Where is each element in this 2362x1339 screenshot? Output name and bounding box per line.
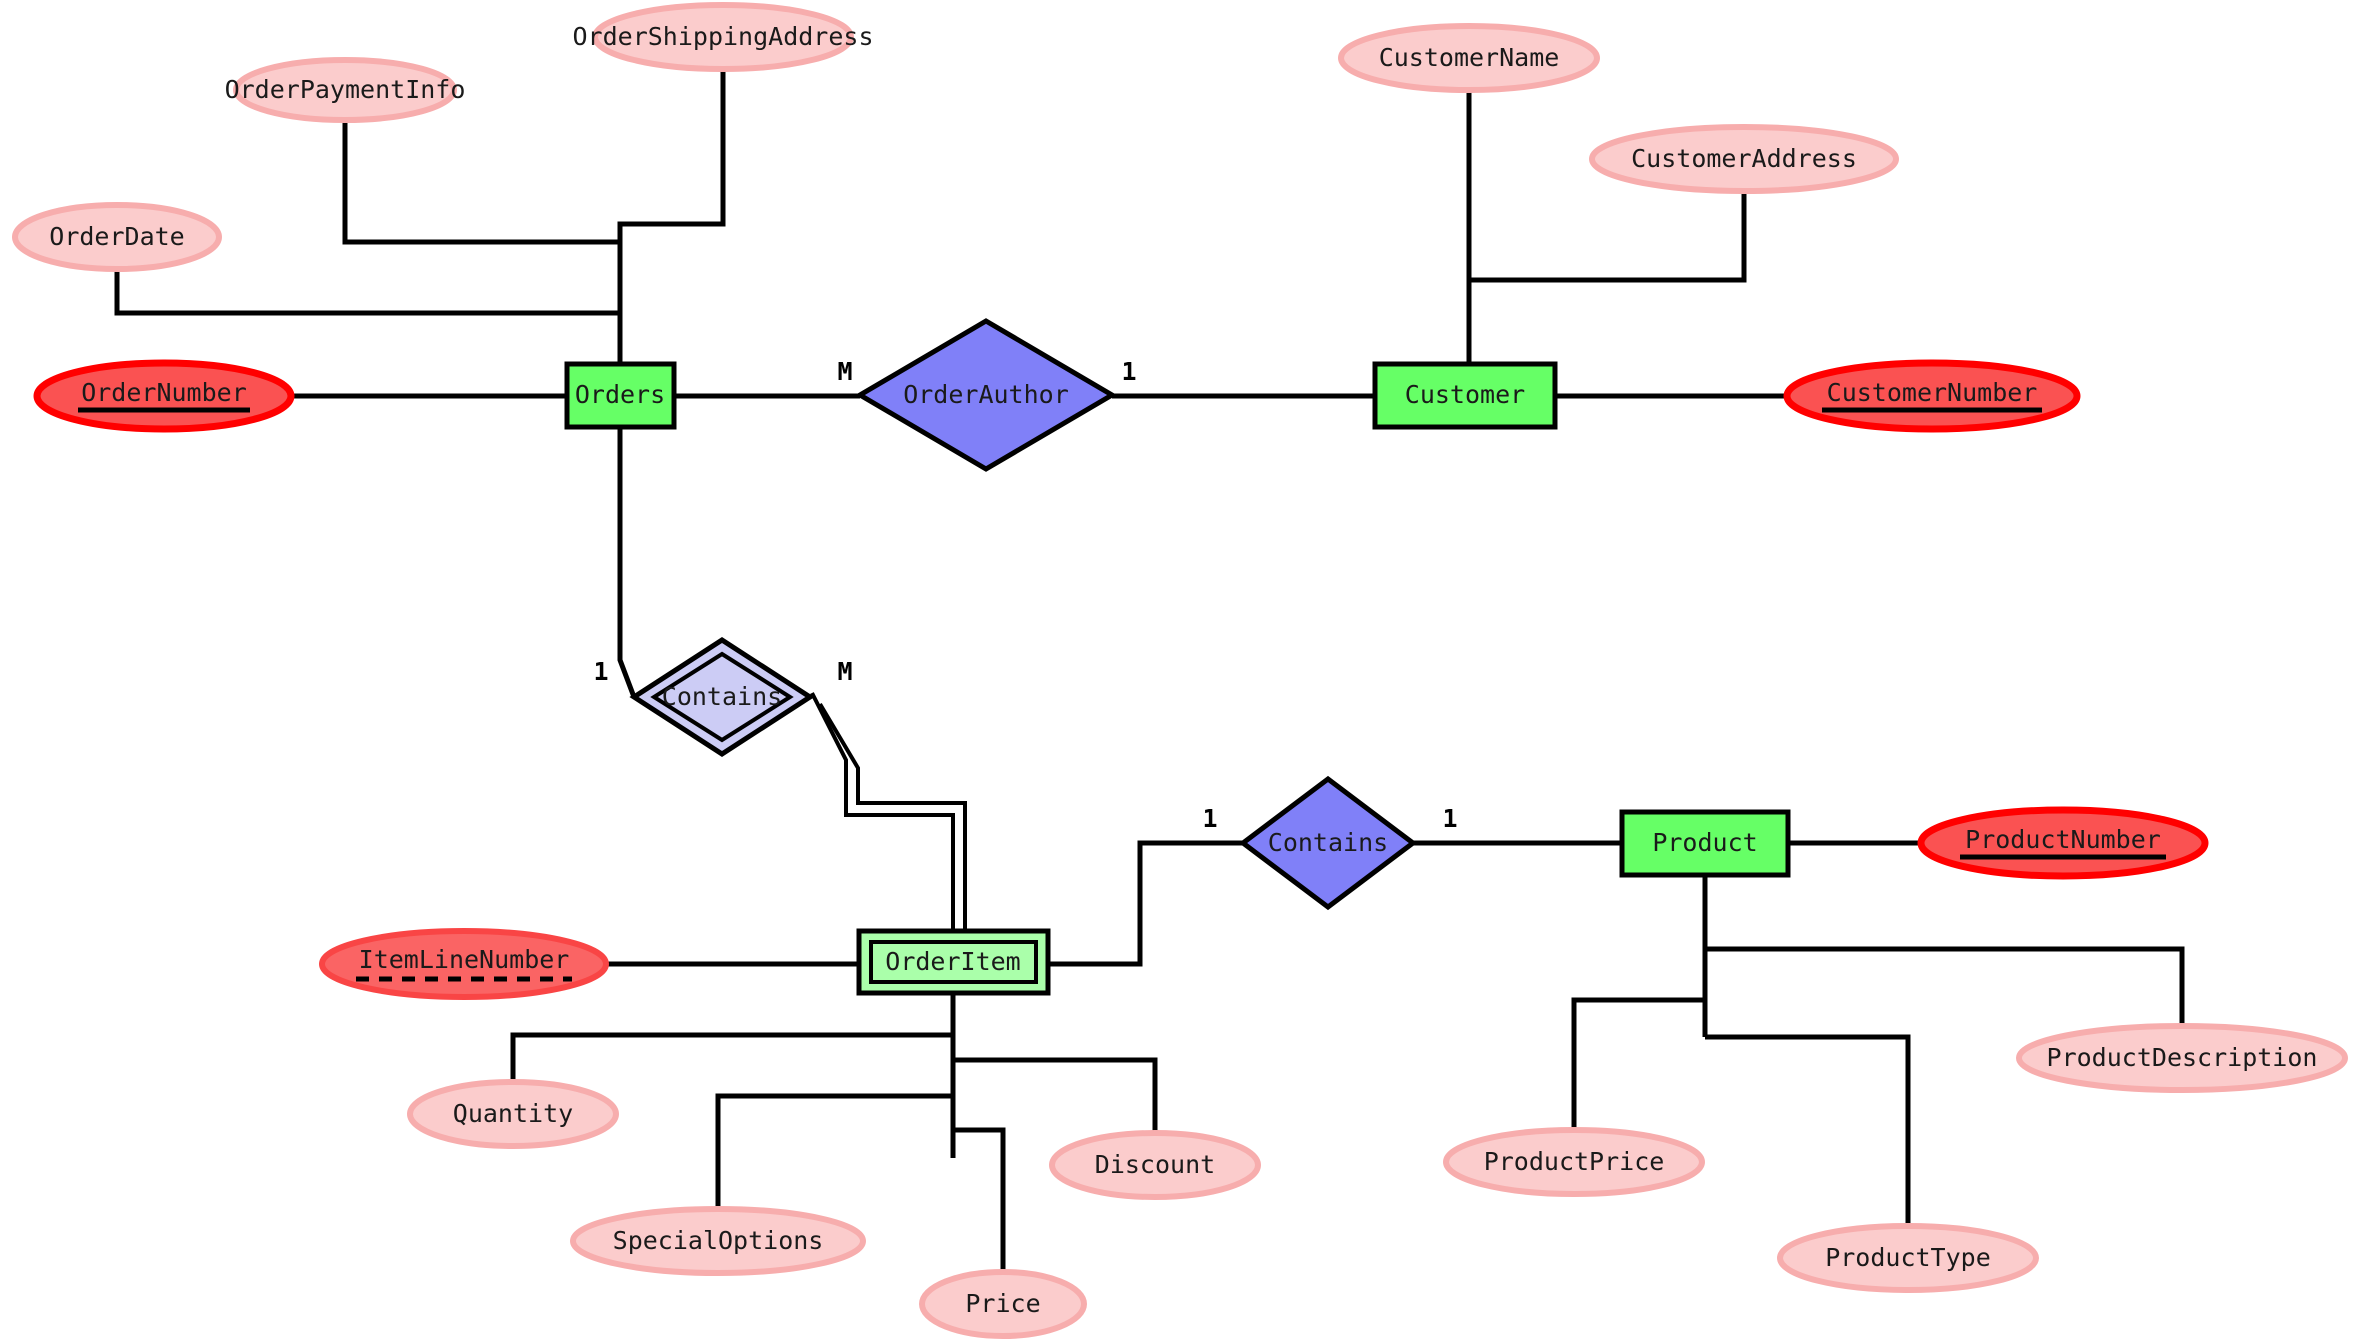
edge-orderdate-orders: [114, 269, 620, 316]
orderitem-label: OrderItem: [885, 947, 1020, 976]
price-label: Price: [965, 1289, 1040, 1318]
customeraddress-label: CustomerAddress: [1631, 144, 1857, 173]
attribute-discount[interactable]: Discount: [1049, 1130, 1261, 1200]
er-diagram-canvas: OrderAuthor Contains Contains Orders Cus…: [0, 0, 2362, 1339]
orders-label: Orders: [575, 380, 665, 409]
specialoptions-label: SpecialOptions: [613, 1226, 824, 1255]
attribute-ordershippingaddress[interactable]: OrderShippingAddress: [572, 2, 874, 72]
edge-discount-orderitem: [953, 1057, 1158, 1133]
edge-customeraddress-customer: [1469, 191, 1747, 283]
cardinality-orderauthor-customer: 1: [1121, 357, 1136, 386]
productdescription-label: ProductDescription: [2047, 1043, 2318, 1072]
producttype-label: ProductType: [1825, 1243, 1991, 1272]
attribute-customername[interactable]: CustomerName: [1338, 23, 1600, 93]
edge-specialoptions-orderitem: [715, 1093, 953, 1209]
orderpaymentinfo-label: OrderPaymentInfo: [225, 75, 466, 104]
attribute-productprice[interactable]: ProductPrice: [1443, 1127, 1705, 1197]
edge-producttype-product: [1705, 1034, 1911, 1226]
edge-price-orderitem: [953, 1127, 1006, 1272]
attribute-orderdate[interactable]: OrderDate: [12, 202, 222, 272]
attribute-productdescription[interactable]: ProductDescription: [2016, 1023, 2348, 1093]
productprice-label: ProductPrice: [1484, 1147, 1665, 1176]
orderdate-label: OrderDate: [49, 222, 184, 251]
itemlinenumber-label: ItemLineNumber: [359, 945, 570, 974]
entity-product[interactable]: Product: [1619, 809, 1791, 878]
edge-orderitem-contains-product: [1048, 840, 1243, 967]
cardinality-contains-orderitem: M: [837, 657, 852, 686]
edge-orders-contains-orders: [617, 427, 637, 698]
attribute-orderpaymentinfo[interactable]: OrderPaymentInfo: [225, 57, 466, 123]
edge-contains-orderitem-double: [810, 692, 967, 931]
cardinality-contains-product: 1: [1442, 804, 1457, 833]
edge-productprice-product: [1571, 997, 1705, 1130]
attribute-producttype[interactable]: ProductType: [1777, 1223, 2039, 1293]
attribute-layer: OrderPaymentInfo OrderShippingAddress Or…: [12, 2, 2348, 1339]
contains-product-label: Contains: [1268, 828, 1388, 857]
orderauthor-label: OrderAuthor: [903, 380, 1069, 409]
quantity-label: Quantity: [453, 1099, 573, 1128]
relationship-contains-product[interactable]: Contains: [1238, 775, 1418, 911]
productnumber-label: ProductNumber: [1965, 825, 2161, 854]
customername-label: CustomerName: [1379, 43, 1560, 72]
cardinality-orders-contains: 1: [593, 657, 608, 686]
edge-quantity-orderitem: [510, 1032, 953, 1082]
relationship-contains-orders[interactable]: Contains: [629, 637, 815, 757]
attribute-productnumber[interactable]: ProductNumber: [1917, 806, 2209, 880]
customer-label: Customer: [1405, 380, 1525, 409]
attribute-specialoptions[interactable]: SpecialOptions: [570, 1206, 866, 1276]
entity-orderitem[interactable]: OrderItem: [856, 928, 1051, 996]
discount-label: Discount: [1095, 1150, 1215, 1179]
entity-orders[interactable]: Orders: [564, 361, 677, 430]
edge-layer: [114, 69, 2185, 1272]
cardinality-orders-orderauthor: M: [837, 357, 852, 386]
attribute-customernumber[interactable]: CustomerNumber: [1783, 359, 2081, 433]
relationship-orderauthor[interactable]: OrderAuthor: [855, 318, 1117, 472]
attribute-ordernumber[interactable]: OrderNumber: [33, 359, 295, 433]
ordershippingaddress-label: OrderShippingAddress: [572, 22, 873, 51]
product-label: Product: [1652, 828, 1757, 857]
edge-productdescription-product: [1705, 946, 2185, 1026]
edge-ordershippingaddress-orders: [617, 69, 726, 364]
attribute-price[interactable]: Price: [919, 1269, 1087, 1339]
relationship-layer: OrderAuthor Contains Contains: [629, 318, 1418, 911]
edge-orderpaymentinfo-orders: [342, 120, 620, 245]
entity-customer[interactable]: Customer: [1372, 361, 1558, 430]
contains-orders-label: Contains: [662, 682, 782, 711]
attribute-itemlinenumber[interactable]: ItemLineNumber: [319, 928, 609, 1000]
customernumber-label: CustomerNumber: [1827, 378, 2038, 407]
attribute-customeraddress[interactable]: CustomerAddress: [1589, 124, 1899, 194]
cardinality-orderitem-contains: 1: [1202, 804, 1217, 833]
attribute-quantity[interactable]: Quantity: [407, 1079, 619, 1149]
ordernumber-label: OrderNumber: [81, 378, 247, 407]
